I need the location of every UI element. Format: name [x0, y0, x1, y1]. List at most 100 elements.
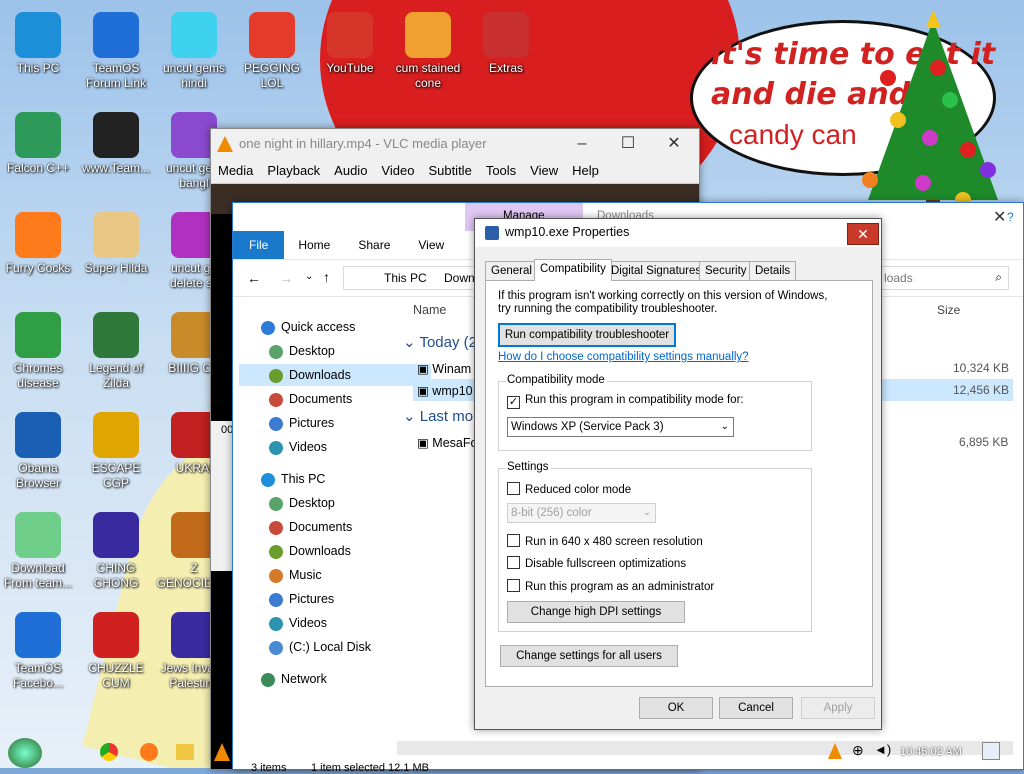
forward-arrow-icon[interactable]: →	[279, 270, 293, 286]
nav-quick-access[interactable]: Quick access	[261, 316, 355, 338]
desktop-shortcut[interactable]: www.Team...	[78, 112, 154, 176]
apply-button[interactable]: Apply	[801, 697, 875, 719]
vlc-menu-subtitle[interactable]: Subtitle	[421, 159, 478, 183]
nav-label: This PC	[281, 472, 326, 486]
network-icon	[261, 672, 275, 687]
properties-dialog[interactable]: wmp10.exe Properties ✕ General Compatibi…	[474, 218, 882, 730]
vlc-taskbar-icon[interactable]	[214, 743, 230, 761]
nav-pc-downloads[interactable]: Downloads	[269, 540, 351, 562]
reduced-color-checkbox[interactable]: Reduced color mode	[507, 482, 631, 496]
compat-os-select[interactable]: Windows XP (Service Pack 3) ⌄	[507, 417, 734, 437]
run-troubleshooter-button[interactable]: Run compatibility troubleshooter	[498, 323, 676, 347]
clock[interactable]: 10:45:02 AM	[900, 746, 962, 758]
desktop-shortcut[interactable]: Chromes disease	[0, 312, 76, 391]
start-button[interactable]	[8, 738, 42, 768]
compat-mode-checkbox[interactable]: Run this program in compatibility mode f…	[507, 394, 744, 409]
desktop-shortcut[interactable]: TeamOS Forum Link	[78, 12, 154, 91]
desktop-shortcut[interactable]: ESCAPE CGP	[78, 412, 154, 491]
desktop-shortcut[interactable]: Legend of Zilda	[78, 312, 154, 391]
desktop-shortcut[interactable]: Furry Cocks	[0, 212, 76, 276]
file-row[interactable]: ▣ wmp10	[417, 383, 473, 398]
tab-security[interactable]: Security	[699, 261, 753, 280]
vlc-close-button[interactable]: ✕	[651, 129, 697, 159]
desktop-shortcut[interactable]: YouTube	[312, 12, 388, 76]
recent-dropdown-icon[interactable]: ⌄	[305, 271, 313, 282]
change-all-users-button[interactable]: Change settings for all users	[500, 645, 678, 667]
group-last-month[interactable]: ⌄ Last mor	[403, 407, 478, 425]
firefox-icon[interactable]	[140, 743, 158, 761]
desktop-shortcut[interactable]: cum stained cone	[390, 12, 466, 91]
vlc-menu-playback[interactable]: Playback	[260, 159, 327, 183]
ribbon-file-tab[interactable]: File	[233, 231, 285, 259]
nav-quick-desktop[interactable]: Desktop	[269, 340, 335, 362]
up-arrow-icon[interactable]: ↑	[323, 269, 330, 285]
checkbox-icon	[507, 534, 520, 547]
desktop-shortcut[interactable]: Extras	[468, 12, 544, 76]
nav-pc-pictures[interactable]: Pictures	[269, 588, 334, 610]
chrome-icon[interactable]	[100, 743, 118, 761]
volume-icon[interactable]: ◄)	[874, 742, 891, 757]
vlc-minimize-button[interactable]: –	[559, 129, 605, 159]
ribbon-home-tab[interactable]: Home	[284, 231, 344, 259]
shortcut-label: Falcon C++	[6, 161, 70, 175]
desktop-shortcut[interactable]: CHUZZLE CUM	[78, 612, 154, 691]
desktop-shortcut[interactable]: This PC	[0, 12, 76, 76]
column-name[interactable]: Name	[413, 303, 446, 317]
change-dpi-button[interactable]: Change high DPI settings	[507, 601, 685, 623]
tab-details[interactable]: Details	[749, 261, 797, 280]
search-box[interactable]: loads ⌕	[873, 266, 1009, 290]
nav-quick-documents[interactable]: Documents	[269, 388, 352, 410]
file-row[interactable]: ▣ MesaFo	[417, 435, 477, 450]
desktop-shortcut[interactable]: CHING CHONG	[78, 512, 154, 591]
path-this-pc[interactable]: This PC	[384, 271, 427, 285]
nav-network[interactable]: Network	[261, 668, 327, 690]
nav-pc-desktop[interactable]: Desktop	[269, 492, 335, 514]
color-depth-select[interactable]: 8-bit (256) color ⌄	[507, 503, 656, 523]
vlc-menu-view[interactable]: View	[523, 159, 565, 183]
desktop-shortcut[interactable]: TeamOS Facebo...	[0, 612, 76, 691]
ribbon-view-tab[interactable]: View	[404, 231, 458, 259]
vlc-menu-tools[interactable]: Tools	[479, 159, 523, 183]
desktop-shortcut[interactable]: Super Hilda	[78, 212, 154, 276]
globe-icon[interactable]: ⊕	[852, 742, 864, 759]
nav-this-pc[interactable]: This PC	[261, 468, 325, 490]
nav-quick-pictures[interactable]: Pictures	[269, 412, 334, 434]
nav-pc-documents[interactable]: Documents	[269, 516, 352, 538]
nav-quick-videos[interactable]: Videos	[269, 436, 327, 458]
tab-digital-signatures[interactable]: Digital Signatures	[605, 261, 708, 280]
tab-general[interactable]: General	[485, 261, 538, 280]
action-center-icon[interactable]	[982, 742, 1000, 760]
vlc-menu-help[interactable]: Help	[565, 159, 606, 183]
nav-pc-videos[interactable]: Videos	[269, 612, 327, 634]
nav-pc-music[interactable]: Music	[269, 564, 322, 586]
address-field[interactable]: This PC Down	[343, 266, 485, 290]
res-640-checkbox[interactable]: Run in 640 x 480 screen resolution	[507, 534, 703, 548]
ribbon-share-tab[interactable]: Share	[344, 231, 404, 259]
vlc-menu-audio[interactable]: Audio	[327, 159, 374, 183]
desktop-shortcut[interactable]: Obama Browser	[0, 412, 76, 491]
vlc-menu-media[interactable]: Media	[211, 159, 260, 183]
vlc-menu-video[interactable]: Video	[374, 159, 421, 183]
tab-compatibility[interactable]: Compatibility	[534, 259, 612, 281]
vlc-maximize-button[interactable]: ☐	[605, 129, 651, 159]
column-size[interactable]: Size	[937, 303, 960, 317]
dialog-close-button[interactable]: ✕	[847, 223, 879, 245]
path-downloads[interactable]: Down	[444, 271, 475, 285]
nav-pc-local-disk[interactable]: (C:) Local Disk	[269, 636, 371, 658]
desktop-shortcut[interactable]: Falcon C++	[0, 112, 76, 176]
disable-fullscreen-checkbox[interactable]: Disable fullscreen optimizations	[507, 556, 686, 570]
help-icon[interactable]: ?	[993, 203, 1024, 231]
cancel-button[interactable]: Cancel	[719, 697, 793, 719]
folder-icon[interactable]	[176, 744, 194, 760]
back-arrow-icon[interactable]: ←	[247, 270, 261, 286]
file-row[interactable]: ▣ Winam	[417, 361, 471, 376]
nav-quick-downloads[interactable]: Downloads	[239, 364, 431, 386]
group-today[interactable]: ⌄ Today (2	[403, 333, 477, 351]
desktop-shortcut[interactable]: Download From team...	[0, 512, 76, 591]
tray-vlc-icon[interactable]	[828, 743, 842, 759]
ok-button[interactable]: OK	[639, 697, 713, 719]
help-link[interactable]: How do I choose compatibility settings m…	[498, 351, 749, 363]
desktop-shortcut[interactable]: PEGGING LOL	[234, 12, 310, 91]
desktop-shortcut[interactable]: uncut gems hindi	[156, 12, 232, 91]
run-as-admin-checkbox[interactable]: Run this program as an administrator	[507, 579, 714, 593]
